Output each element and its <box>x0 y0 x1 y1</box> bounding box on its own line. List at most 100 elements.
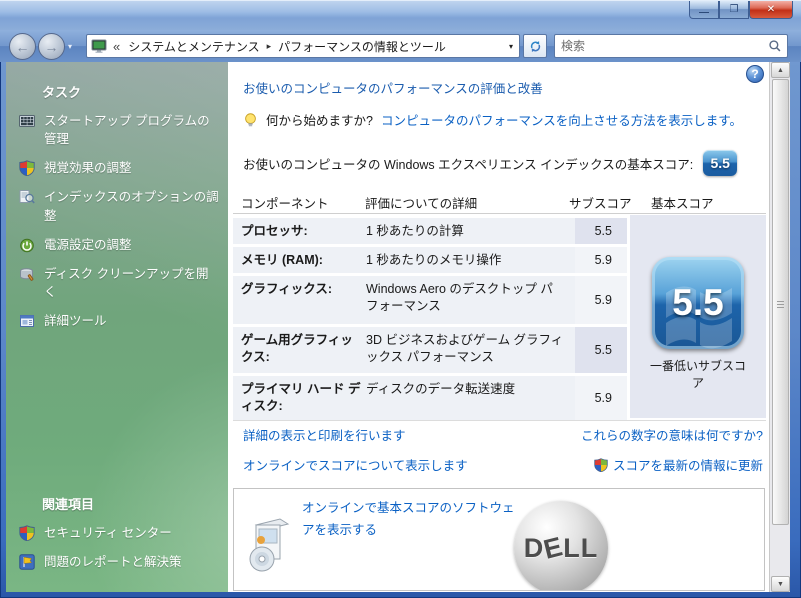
help-icon: ? <box>751 67 759 81</box>
sidebar-item-problem-reports[interactable]: 問題のレポートと解決策 <box>6 553 220 571</box>
refresh-score-row: スコアを最新の情報に更新 <box>594 455 763 474</box>
sidebar-item-visual-effects[interactable]: 視覚効果の調整 <box>6 159 220 177</box>
forward-button[interactable]: → <box>38 33 65 60</box>
base-score-value: 5.5 <box>672 282 724 323</box>
base-score-panel: 5.5 一番低いサブスコア <box>630 215 766 418</box>
component-name: プロセッサ: <box>241 224 308 238</box>
uac-shield-icon <box>19 160 35 177</box>
address-dropdown-icon[interactable]: ▾ <box>509 42 513 51</box>
sidebar-item-startup-programs[interactable]: スタートアップ プログラムの管理 <box>6 112 220 148</box>
dell-logo: DELL <box>514 501 608 590</box>
back-arrow-icon: ← <box>15 38 30 55</box>
what-do-numbers-mean-link[interactable]: これらの数字の意味は何ですか? <box>581 425 763 444</box>
window: — ❐ ✕ ← → ▾ « システムとメンテナンス ▸ パフォーマンスの情報とツ… <box>0 0 801 598</box>
power-settings-icon <box>20 238 34 252</box>
page-title: お使いのコンピュータのパフォーマンスの評価と改善 <box>243 82 543 96</box>
subscore-value: 5.9 <box>575 376 627 420</box>
control-panel-icon <box>91 39 107 53</box>
tasks-header: タスク <box>42 85 82 100</box>
sidebar-item-indexing-options[interactable]: インデックスのオプションの調整 <box>6 188 220 224</box>
search-input[interactable] <box>555 39 768 53</box>
scroll-down-button[interactable]: ▼ <box>771 576 790 592</box>
dell-letter: L <box>580 532 599 563</box>
indexing-options-icon <box>19 190 35 204</box>
column-header-subscore: サブスコア <box>569 197 632 211</box>
sidebar-item-label: インデックスのオプションの調整 <box>44 190 219 223</box>
security-shield-icon <box>19 525 35 541</box>
sidebar-item-advanced-tools[interactable]: 詳細ツール <box>6 312 220 330</box>
table-row-memory: メモリ (RAM): 1 秒あたりのメモリ操作 5.9 <box>233 247 627 273</box>
close-icon: ✕ <box>766 4 776 15</box>
close-button[interactable]: ✕ <box>749 1 793 19</box>
base-score-line: お使いのコンピュータの Windows エクスペリエンス インデックスの基本スコ… <box>243 150 738 176</box>
tasks-sidebar: タスク スタートアップ プログラムの管理 視覚効果の調整 インデックスのオプショ… <box>6 62 228 592</box>
related-items-header: 関連項目 <box>42 496 95 512</box>
sidebar-item-power-settings[interactable]: 電源設定の調整 <box>6 236 220 254</box>
sidebar-item-label: 詳細ツール <box>44 314 107 328</box>
subscore-value: 5.5 <box>575 327 627 373</box>
search-icon[interactable] <box>768 39 782 53</box>
refresh-button[interactable] <box>523 34 547 58</box>
help-button[interactable]: ? <box>746 65 764 83</box>
breadcrumb-item-performance-tools[interactable]: パフォーマンスの情報とツール <box>278 38 446 55</box>
scrollbar-thumb[interactable] <box>772 79 789 525</box>
improve-performance-link[interactable]: コンピュータのパフォーマンスを向上させる方法を表示します。 <box>381 110 742 129</box>
refresh-score-link[interactable]: スコアを最新の情報に更新 <box>613 455 763 474</box>
disk-cleanup-icon <box>20 267 34 281</box>
vertical-scrollbar[interactable]: ▲ ▼ <box>769 62 790 592</box>
uac-shield-icon <box>594 457 608 472</box>
column-header-detail: 評価についての詳細 <box>365 197 478 211</box>
view-basescore-software-online-link[interactable]: オンラインで基本スコアのソフトウェアを表示する <box>302 498 524 542</box>
lightbulb-icon <box>245 112 256 126</box>
software-box-icon <box>249 518 290 572</box>
sidebar-item-label: スタートアップ プログラムの管理 <box>44 114 210 147</box>
recent-pages-dropdown[interactable]: ▾ <box>68 42 72 51</box>
base-score-badge: 5.5 <box>652 257 744 349</box>
forward-arrow-icon: → <box>44 38 59 55</box>
hint-row: 何から始めますか? コンピュータのパフォーマンスを向上させる方法を表示します。 <box>243 110 742 129</box>
table-row-primary-hard-disk: プライマリ ハード ディスク: ディスクのデータ転送速度 5.9 <box>233 376 627 420</box>
minimize-button[interactable]: — <box>689 1 719 19</box>
column-header-basescore: 基本スコア <box>651 197 714 211</box>
window-controls: — ❐ ✕ <box>689 1 793 19</box>
column-header-component: コンポーネント <box>241 197 329 211</box>
sidebar-item-disk-cleanup[interactable]: ディスク クリーンアップを開く <box>6 265 220 301</box>
base-score-mini-badge: 5.5 <box>703 150 738 176</box>
table-row-processor: プロセッサ: 1 秒あたりの計算 5.5 <box>233 218 627 244</box>
breadcrumb-item-system-maintenance[interactable]: システムとメンテナンス <box>128 38 259 55</box>
advanced-tools-icon <box>20 315 34 327</box>
refresh-icon <box>530 40 540 52</box>
scroll-up-button[interactable]: ▲ <box>771 62 790 78</box>
sidebar-item-label: 電源設定の調整 <box>44 237 132 252</box>
component-detail: 1 秒あたりのメモリ操作 <box>366 253 502 267</box>
table-divider <box>233 420 766 421</box>
subscore-value: 5.9 <box>575 276 627 324</box>
breadcrumb-overflow-chevrons[interactable]: « <box>113 39 120 54</box>
subscore-value: 5.9 <box>575 247 627 273</box>
component-name: ゲーム用グラフィックス: <box>241 333 353 364</box>
component-name: プライマリ ハード ディスク: <box>241 382 361 413</box>
component-detail: 1 秒あたりの計算 <box>366 224 464 238</box>
minimize-icon: — <box>699 7 709 18</box>
component-detail: ディスクのデータ転送速度 <box>366 382 516 396</box>
navigation-toolbar: ← → ▾ « システムとメンテナンス ▸ パフォーマンスの情報とツール ▾ <box>0 30 801 62</box>
back-button[interactable]: ← <box>9 33 36 60</box>
sidebar-item-label: 視覚効果の調整 <box>44 161 132 176</box>
component-detail: Windows Aero のデスクトップ パフォーマンス <box>366 282 553 313</box>
maximize-button[interactable]: ❐ <box>719 1 749 19</box>
wei-table: プロセッサ: 1 秒あたりの計算 5.5 メモリ (RAM): 1 秒あたりのメ… <box>233 218 627 420</box>
view-print-details-link[interactable]: 詳細の表示と印刷を行います <box>243 425 406 444</box>
subscore-value: 5.5 <box>575 218 627 244</box>
search-box <box>554 34 788 58</box>
table-row-graphics: グラフィックス: Windows Aero のデスクトップ パフォーマンス 5.… <box>233 276 627 324</box>
scrollbar-grip-icon <box>777 301 784 309</box>
lowest-subscore-caption: 一番低いサブスコア <box>649 359 746 391</box>
breadcrumb-separator-icon: ▸ <box>266 40 272 51</box>
view-scores-online-link[interactable]: オンラインでスコアについて表示します <box>243 455 468 474</box>
sidebar-item-label: ディスク クリーンアップを開く <box>44 266 209 299</box>
startup-programs-icon <box>19 115 35 127</box>
table-row-gaming-graphics: ゲーム用グラフィックス: 3D ビジネスおよびゲーム グラフィックス パフォーマ… <box>233 327 627 373</box>
sidebar-item-security-center[interactable]: セキュリティ センター <box>6 524 220 542</box>
breadcrumb[interactable]: « システムとメンテナンス ▸ パフォーマンスの情報とツール ▾ <box>86 34 520 58</box>
component-name: グラフィックス: <box>241 282 333 296</box>
